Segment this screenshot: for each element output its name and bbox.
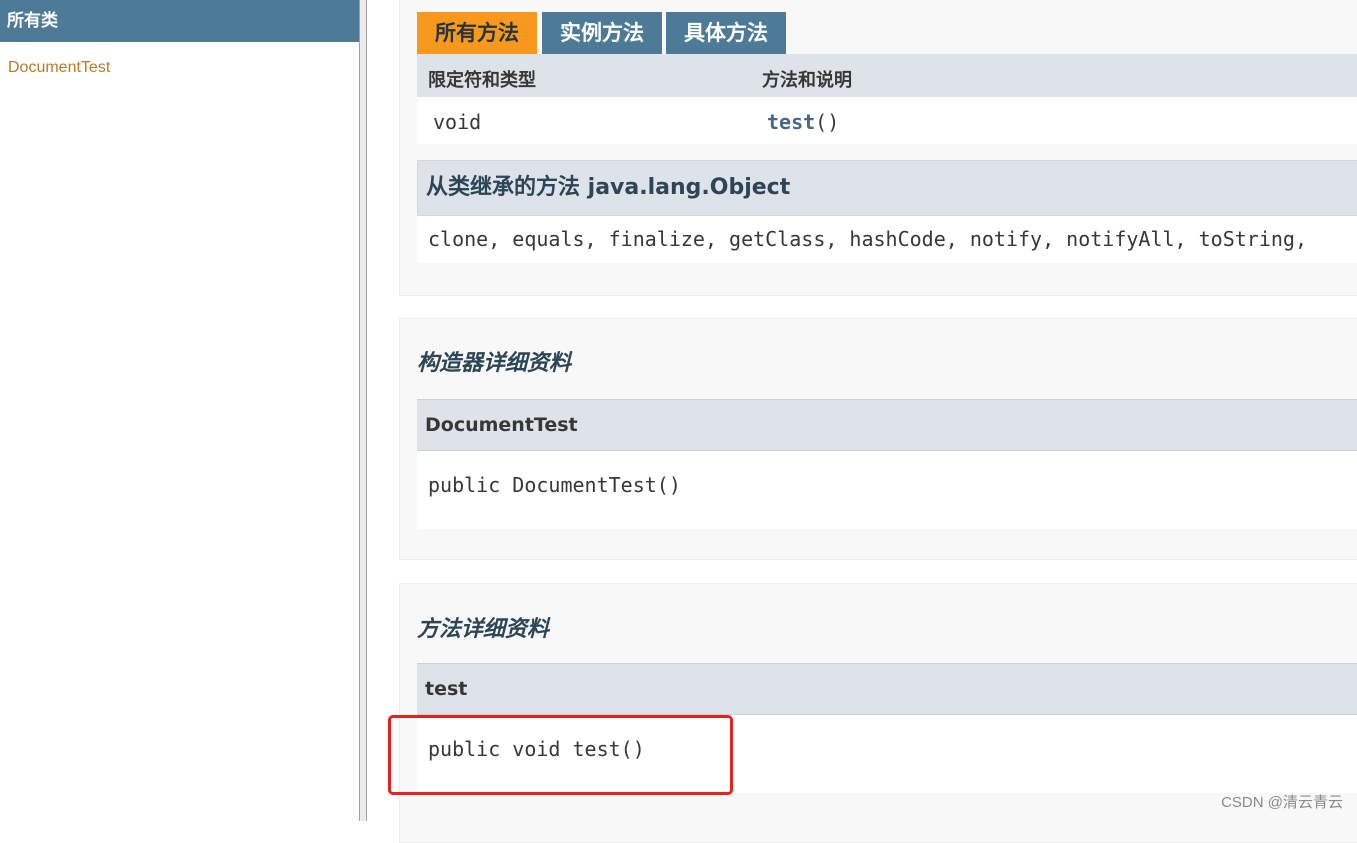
class-detail-frame: 所有方法 实例方法 具体方法 限定符和类型 方法和说明 void test() … bbox=[368, 0, 1357, 843]
method-summary-block: 所有方法 实例方法 具体方法 限定符和类型 方法和说明 void test() … bbox=[399, 0, 1357, 296]
method-detail-block: 方法详细资料 test public void test() bbox=[399, 583, 1357, 843]
method-name: test bbox=[417, 663, 1357, 715]
method-parens: () bbox=[815, 110, 840, 134]
constructor-signature: public DocumentTest() bbox=[417, 451, 1357, 529]
method-table-header: 限定符和类型 方法和说明 bbox=[417, 54, 1357, 97]
highlight-box bbox=[388, 715, 733, 795]
tab-all-methods[interactable]: 所有方法 bbox=[417, 12, 537, 54]
all-classes-frame: 所有类 DocumentTest bbox=[0, 0, 359, 821]
class-link-documenttest[interactable]: DocumentTest bbox=[8, 59, 359, 77]
constructor-detail-block: 构造器详细资料 DocumentTest public DocumentTest… bbox=[399, 318, 1357, 560]
table-row: void test() bbox=[417, 97, 1357, 144]
column-modifier-type: 限定符和类型 bbox=[428, 70, 536, 91]
method-detail-title: 方法详细资料 bbox=[417, 617, 550, 642]
row-modifier: void bbox=[433, 110, 482, 134]
method-link-test[interactable]: test bbox=[767, 110, 815, 134]
all-classes-title: 所有类 bbox=[0, 0, 359, 42]
constructor-detail-title: 构造器详细资料 bbox=[417, 351, 572, 376]
constructor-name: DocumentTest bbox=[417, 399, 1357, 451]
frame-splitter[interactable] bbox=[359, 0, 367, 821]
tab-concrete-methods[interactable]: 具体方法 bbox=[666, 12, 786, 54]
tab-instance-methods[interactable]: 实例方法 bbox=[542, 12, 662, 54]
inherited-methods-list: clone, equals, finalize, getClass, hashC… bbox=[417, 216, 1357, 263]
inherited-methods-title: 从类继承的方法 java.lang.Object bbox=[417, 160, 1357, 216]
column-method-description: 方法和说明 bbox=[762, 70, 852, 91]
watermark: CSDN @清云青云 bbox=[1221, 794, 1343, 811]
